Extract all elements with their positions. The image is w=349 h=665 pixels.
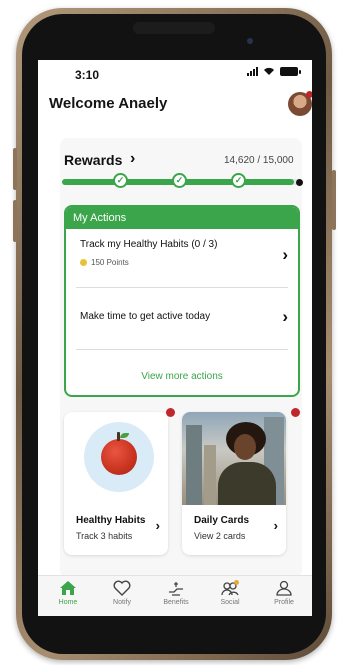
tile-title: Daily Cards — [194, 515, 250, 526]
nav-profile[interactable]: Profile — [264, 580, 304, 606]
profile-icon — [276, 580, 292, 596]
action-title: Make time to get active today — [80, 311, 211, 322]
progress-end-marker — [296, 179, 303, 186]
nav-label: Benefits — [163, 599, 189, 606]
welcome-title: Welcome Anaely — [49, 95, 168, 112]
nav-label: Social — [220, 599, 240, 606]
chevron-right-icon[interactable]: › — [282, 245, 288, 265]
chevron-right-icon: › — [155, 518, 160, 533]
tile-subtitle: View 2 cards — [194, 531, 246, 541]
building-shape — [186, 425, 202, 505]
chevron-right-icon: › — [273, 518, 278, 533]
action-item-healthy-habits[interactable]: Track my Healthy Habits (0 / 3) 150 Poin… — [80, 239, 288, 267]
heart-icon — [113, 580, 131, 596]
rewards-points: 14,620 / 15,000 — [224, 155, 294, 166]
status-icons — [247, 66, 301, 76]
volume-up-button — [13, 148, 17, 190]
divider — [76, 349, 288, 350]
healthy-habits-tile[interactable]: Healthy Habits Track 3 habits › — [64, 412, 168, 555]
apple-icon — [101, 439, 137, 475]
volume-down-button — [13, 200, 17, 242]
action-title: Track my Healthy Habits (0 / 3) — [80, 239, 218, 250]
battery-icon — [280, 66, 301, 76]
notification-dot — [291, 408, 300, 417]
tile-subtitle: Track 3 habits — [76, 531, 133, 541]
chevron-right-icon[interactable]: › — [130, 150, 135, 168]
tile-image — [64, 412, 168, 505]
tile-title: Healthy Habits — [76, 515, 146, 526]
nav-social[interactable]: Social — [210, 580, 250, 606]
signal-icon — [247, 66, 258, 76]
status-time: 3:10 — [75, 68, 100, 82]
action-points: 150 Points — [80, 258, 288, 267]
benefits-icon — [169, 582, 183, 596]
building-shape — [204, 445, 216, 505]
home-icon — [60, 581, 76, 595]
view-more-actions-link[interactable]: View more actions — [66, 371, 298, 382]
divider — [76, 287, 288, 288]
bottom-nav: Home Notify Benefits Social Profile — [38, 575, 312, 616]
nav-label: Notify — [113, 599, 131, 606]
front-camera — [247, 38, 253, 44]
notification-dot — [166, 408, 175, 417]
nav-label: Home — [58, 599, 78, 606]
power-button — [332, 170, 336, 230]
nav-badge — [234, 580, 239, 585]
nav-benefits[interactable]: Benefits — [156, 580, 196, 606]
my-actions-card: My Actions Track my Healthy Habits (0 / … — [64, 205, 300, 397]
rewards-link[interactable]: Rewards — [64, 152, 122, 168]
person-body — [218, 462, 276, 505]
my-actions-header: My Actions — [66, 207, 298, 229]
person-head — [234, 434, 256, 460]
wifi-icon — [264, 67, 274, 75]
nav-label: Profile — [274, 599, 294, 606]
avatar-notification-dot — [306, 91, 312, 98]
action-item-get-active[interactable]: Make time to get active today — [80, 311, 288, 322]
check-icon: ✓ — [172, 173, 187, 188]
status-bar: 3:10 — [38, 60, 312, 86]
app-screen: 3:10 Welcome Anaely Rewards › 14,620 / 1… — [38, 60, 312, 616]
coin-icon — [80, 259, 87, 266]
nav-home[interactable]: Home — [48, 580, 88, 606]
daily-cards-tile[interactable]: Daily Cards View 2 cards › — [182, 412, 286, 555]
action-points-label: 150 Points — [91, 258, 129, 267]
daily-cards-photo — [182, 412, 286, 505]
check-icon: ✓ — [231, 173, 246, 188]
check-icon: ✓ — [113, 173, 128, 188]
chevron-right-icon[interactable]: › — [282, 307, 288, 327]
speaker-grille — [133, 22, 215, 34]
nav-notify[interactable]: Notify — [102, 580, 142, 606]
